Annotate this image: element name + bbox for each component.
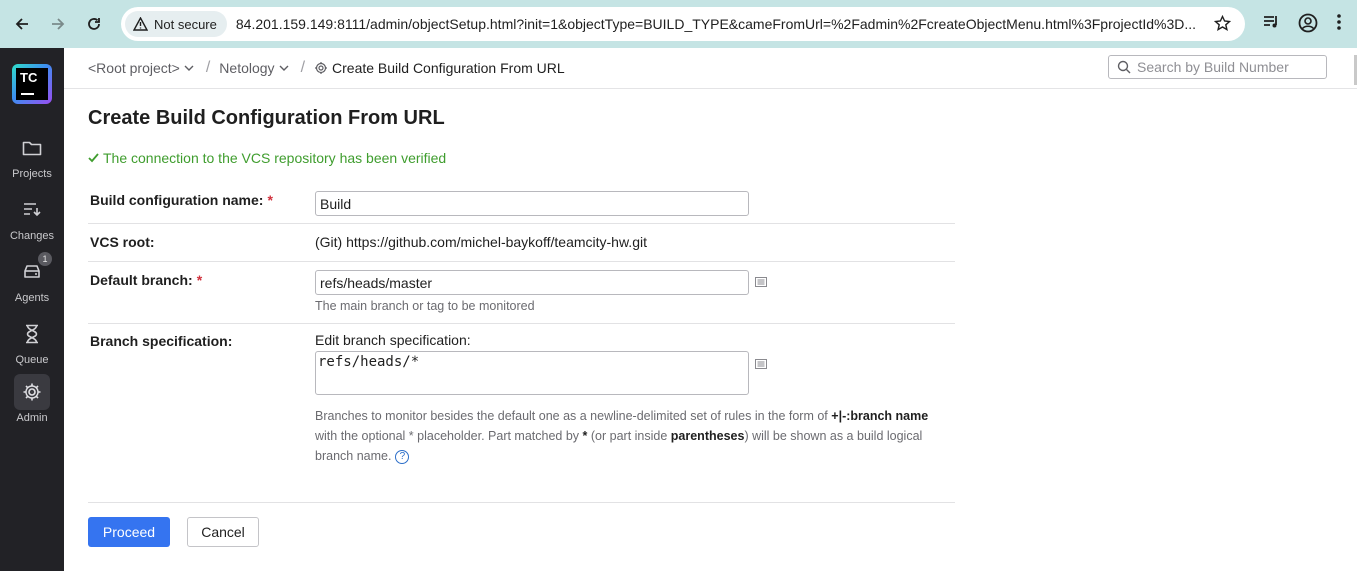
gear-icon [14, 374, 50, 410]
bookmark-star-icon[interactable] [1213, 14, 1232, 37]
breadcrumb-project[interactable]: Netology [219, 60, 289, 76]
desc-bold: parentheses [670, 429, 745, 443]
field-label-text: Build configuration name: [90, 192, 264, 208]
default-branch-input[interactable] [315, 270, 749, 295]
form-row-vcs: VCS root: (Git) https://github.com/miche… [88, 224, 955, 262]
default-branch-hint: The main branch or tag to be monitored [315, 299, 535, 313]
agents-count-badge: 1 [38, 252, 52, 266]
sidebar-item-queue[interactable]: Queue [0, 316, 64, 374]
back-icon[interactable] [11, 13, 33, 35]
breadcrumb: <Root project> / Netology / Create Build… [88, 59, 565, 77]
verification-message: The connection to the VCS repository has… [88, 150, 446, 166]
desc-text: with the optional * placeholder. Part ma… [315, 429, 583, 443]
breadcrumb-current-label: Create Build Configuration From URL [332, 60, 565, 76]
branch-spec-description: Branches to monitor besides the default … [315, 406, 945, 466]
page-title: Create Build Configuration From URL [88, 107, 445, 129]
desc-text: (or part inside [587, 429, 671, 443]
build-search[interactable] [1108, 55, 1327, 79]
desc-bold: +|-:branch name [831, 409, 929, 423]
list-editor-icon[interactable] [755, 359, 767, 369]
top-bar: <Root project> / Netology / Create Build… [64, 48, 1357, 89]
address-bar[interactable]: Not secure 84.201.159.149:8111/admin/obj… [121, 7, 1245, 41]
form-row-branch-spec: Branch specification: Edit branch specif… [88, 324, 955, 503]
build-config-name-input[interactable] [315, 191, 749, 216]
changes-icon [14, 192, 50, 228]
required-mark: * [196, 272, 203, 288]
field-label: Default branch: * [90, 272, 202, 288]
url-text[interactable]: 84.201.159.149:8111/admin/objectSetup.ht… [236, 16, 1211, 32]
browser-toolbar: Not secure 84.201.159.149:8111/admin/obj… [0, 0, 1357, 48]
breadcrumb-separator: / [300, 59, 306, 76]
menu-dots-icon[interactable] [1336, 13, 1342, 36]
desc-text: Branches to monitor besides the default … [315, 409, 832, 423]
sidebar: TC Projects Changes 1 Agents Queue Admin [0, 48, 64, 571]
branch-spec-textarea[interactable]: refs/heads/* [315, 351, 749, 395]
field-label: Build configuration name: * [90, 192, 273, 208]
field-container: The main branch or tag to be monitored [315, 270, 767, 313]
field-label-text: Default branch: [90, 272, 193, 288]
teamcity-logo[interactable]: TC [12, 64, 52, 104]
field-container [315, 191, 749, 216]
list-editor-icon[interactable] [755, 277, 767, 287]
profile-icon[interactable] [1298, 13, 1318, 38]
form-row-name: Build configuration name: * [88, 182, 955, 224]
checkmark-icon [88, 153, 99, 163]
breadcrumb-root-label: <Root project> [88, 60, 180, 76]
edit-spec-label: Edit branch specification: [315, 332, 471, 348]
breadcrumb-project-label: Netology [219, 60, 275, 76]
sidebar-item-label: Agents [14, 292, 50, 304]
breadcrumb-current: Create Build Configuration From URL [314, 60, 565, 76]
sidebar-item-projects[interactable]: Projects [0, 130, 64, 188]
sidebar-item-changes[interactable]: Changes [0, 192, 64, 250]
logo-text: TC [20, 70, 38, 85]
required-mark: * [267, 192, 273, 208]
security-chip[interactable]: Not secure [125, 11, 227, 37]
chevron-down-icon [184, 65, 194, 71]
sidebar-item-agents[interactable]: 1 Agents [0, 252, 64, 312]
field-container: Edit branch specification: refs/heads/* … [315, 332, 945, 466]
vcs-root-value: (Git) https://github.com/michel-baykoff/… [315, 234, 647, 250]
cancel-button[interactable]: Cancel [187, 517, 259, 547]
forward-icon[interactable] [47, 13, 69, 35]
media-icon[interactable] [1262, 13, 1280, 36]
warning-icon [133, 17, 148, 31]
sidebar-item-admin[interactable]: Admin [0, 374, 64, 432]
search-icon [1117, 60, 1131, 74]
field-container: (Git) https://github.com/michel-baykoff/… [315, 234, 647, 252]
breadcrumb-root[interactable]: <Root project> [88, 60, 194, 76]
form-row-branch: Default branch:* The main branch or tag … [88, 262, 955, 324]
gear-icon [315, 62, 328, 74]
sidebar-item-label: Projects [12, 168, 52, 180]
field-label: Branch specification: [90, 333, 233, 349]
verification-text: The connection to the VCS repository has… [103, 150, 447, 166]
proceed-button[interactable]: Proceed [88, 517, 170, 547]
field-label: VCS root: [90, 234, 155, 250]
folder-icon [14, 130, 50, 166]
chevron-down-icon [279, 65, 289, 71]
sidebar-item-label: Changes [9, 230, 55, 242]
hourglass-icon [14, 316, 50, 352]
sidebar-item-label: Queue [15, 354, 49, 366]
breadcrumb-separator: / [205, 59, 211, 76]
security-label: Not secure [154, 16, 217, 32]
reload-icon[interactable] [83, 13, 105, 35]
help-icon[interactable]: ? [395, 449, 410, 464]
sidebar-item-label: Admin [16, 412, 48, 424]
search-input[interactable] [1137, 59, 1317, 75]
